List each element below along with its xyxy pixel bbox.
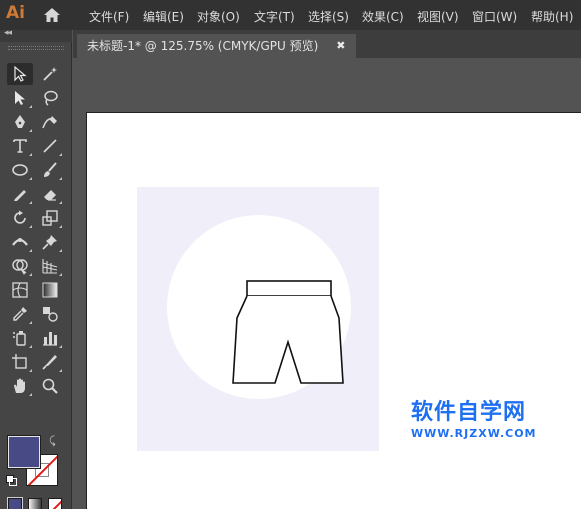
blend-tool[interactable] xyxy=(37,303,63,325)
column-graph-icon xyxy=(43,332,57,346)
app-logo: Ai xyxy=(6,3,25,23)
direct-selection-arrow-icon xyxy=(15,91,25,105)
paintbrush-tool[interactable] xyxy=(37,159,63,181)
selection-arrow-icon xyxy=(14,65,27,82)
menu-help[interactable]: 帮助(H) xyxy=(531,8,573,25)
document-tab-bar: 未标题-1* @ 125.75% (CMYK/GPU 预览) ✖ xyxy=(73,30,581,58)
slice-tool[interactable] xyxy=(37,351,63,373)
column-graph-tool[interactable] xyxy=(37,327,63,349)
lasso-tool[interactable] xyxy=(37,87,63,109)
home-icon[interactable] xyxy=(43,7,61,23)
gradient-tool[interactable] xyxy=(37,279,63,301)
mesh-icon xyxy=(12,282,28,298)
menu-select[interactable]: 选择(S) xyxy=(308,8,349,25)
eyedropper-tool[interactable] xyxy=(7,303,33,325)
perspective-grid-icon xyxy=(42,259,58,274)
rotate-tool[interactable] xyxy=(7,207,33,229)
rotate-icon xyxy=(14,210,26,224)
artboard[interactable]: 软件自学网 WWW.RJZXW.COM xyxy=(86,112,581,509)
blend-icon xyxy=(43,307,58,322)
type-tool[interactable] xyxy=(7,135,33,157)
menu-effect[interactable]: 效果(C) xyxy=(362,8,404,25)
pushpin-icon xyxy=(42,235,57,250)
paintbrush-icon xyxy=(44,162,57,177)
close-icon[interactable]: ✖ xyxy=(336,34,345,58)
magnifier-icon xyxy=(42,378,58,394)
shorts-icon[interactable] xyxy=(227,279,351,389)
symbol-sprayer-tool[interactable] xyxy=(7,327,33,349)
menu-bar: Ai 文件(F) 编辑(E) 对象(O) 文字(T) 选择(S) 效果(C) 视… xyxy=(0,0,581,30)
zoom-tool[interactable] xyxy=(37,375,63,397)
type-t-icon xyxy=(13,139,27,153)
selection-tool[interactable] xyxy=(7,63,33,85)
lasso-icon xyxy=(44,90,58,106)
gradient-icon xyxy=(42,282,58,298)
eraser-icon xyxy=(44,190,56,201)
swap-fill-stroke-icon[interactable]: ⤹ xyxy=(49,434,56,448)
pen-nib-icon xyxy=(15,115,25,128)
ellipse-icon xyxy=(12,164,28,176)
artboard-icon xyxy=(12,354,27,369)
width-icon xyxy=(12,238,28,246)
artboard-tool[interactable] xyxy=(7,351,33,373)
menu-type[interactable]: 文字(T) xyxy=(254,8,295,25)
pen-tool[interactable] xyxy=(7,111,33,133)
menu-edit[interactable]: 编辑(E) xyxy=(143,8,184,25)
scale-tool[interactable] xyxy=(37,207,63,229)
magic-wand-icon xyxy=(43,67,57,81)
hand-icon xyxy=(14,378,25,393)
ellipse-tool[interactable] xyxy=(7,159,33,181)
width-tool[interactable] xyxy=(7,231,33,253)
curvature-tool[interactable] xyxy=(37,111,63,133)
shaper-pencil-icon xyxy=(14,190,26,201)
menu-view[interactable]: 视图(V) xyxy=(417,8,459,25)
fill-swatch[interactable] xyxy=(7,435,41,469)
eyedropper-icon xyxy=(13,307,27,321)
menu-object[interactable]: 对象(O) xyxy=(197,8,240,25)
line-segment-tool[interactable] xyxy=(37,135,63,157)
direct-selection-tool[interactable] xyxy=(7,87,33,109)
eraser-tool[interactable] xyxy=(37,183,63,205)
knife-icon xyxy=(42,355,57,370)
default-fill-stroke-icon[interactable] xyxy=(6,475,17,486)
gradient-mode-button[interactable] xyxy=(28,498,42,509)
mesh-tool[interactable] xyxy=(7,279,33,301)
document-tab[interactable]: 未标题-1* @ 125.75% (CMYK/GPU 预览) ✖ xyxy=(77,34,356,58)
curvature-pen-icon xyxy=(42,116,57,129)
watermark: 软件自学网 WWW.RJZXW.COM xyxy=(411,399,537,441)
document-tab-title: 未标题-1* @ 125.75% (CMYK/GPU 预览) xyxy=(87,39,319,53)
puppet-warp-tool[interactable] xyxy=(37,231,63,253)
panel-grip[interactable] xyxy=(8,46,64,50)
menu-window[interactable]: 窗口(W) xyxy=(472,8,517,25)
collapse-panel-icon[interactable]: ◂◂ xyxy=(4,28,12,38)
background-square[interactable] xyxy=(137,187,379,451)
white-circle[interactable] xyxy=(167,215,351,399)
tools-panel: ◂◂ ⤹ xyxy=(0,28,72,509)
shape-builder-tool[interactable] xyxy=(7,255,33,277)
watermark-title: 软件自学网 xyxy=(411,400,527,425)
magic-wand-tool[interactable] xyxy=(37,63,63,85)
shape-builder-icon xyxy=(12,259,28,275)
menu-file[interactable]: 文件(F) xyxy=(89,8,129,25)
perspective-grid-tool[interactable] xyxy=(37,255,63,277)
shaper-tool[interactable] xyxy=(7,183,33,205)
tools-panel-header: ◂◂ xyxy=(0,28,72,42)
line-segment-icon xyxy=(43,139,57,153)
none-mode-button[interactable] xyxy=(48,498,62,509)
watermark-url: WWW.RJZXW.COM xyxy=(411,427,537,440)
hand-tool[interactable] xyxy=(7,375,33,397)
scale-icon xyxy=(42,210,58,226)
symbol-sprayer-icon xyxy=(13,331,26,346)
color-mode-button[interactable] xyxy=(7,497,23,509)
